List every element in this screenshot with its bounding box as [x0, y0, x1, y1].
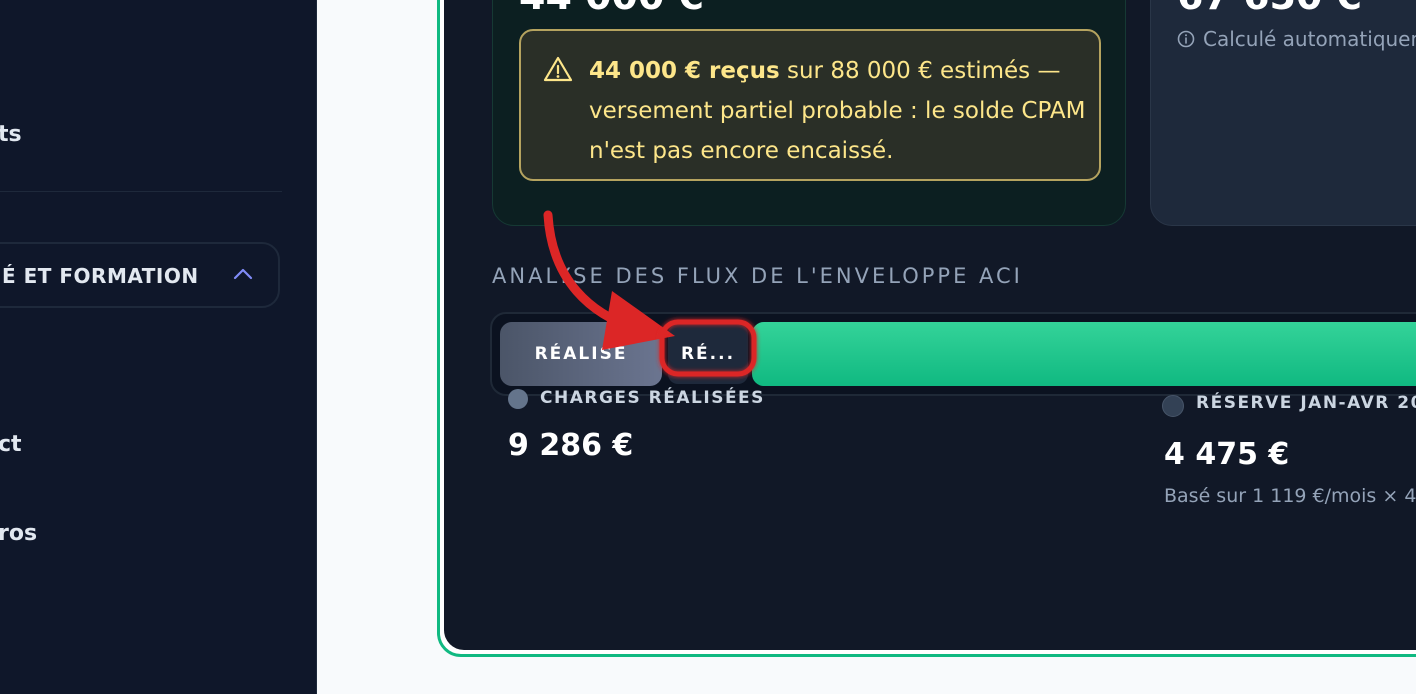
- legend-dot-reserve: [1162, 395, 1184, 417]
- warning-triangle-icon: [543, 56, 573, 82]
- flow-section-title: ANALYSE DES FLUX DE L'ENVELOPPE ACI: [492, 264, 1023, 288]
- warning-text: 44 000 € reçus sur 88 000 € estimés — ve…: [589, 51, 1089, 171]
- sidebar-item-label[interactable]: ts: [0, 122, 22, 147]
- info-circle-icon: [1177, 30, 1195, 48]
- sidebar-section-toggle[interactable]: É ET FORMATION: [0, 242, 280, 308]
- flow-segment-reserve[interactable]: RÉ...: [668, 324, 748, 384]
- warning-strong: 44 000 € reçus: [589, 58, 780, 84]
- partial-payment-warning: 44 000 € reçus sur 88 000 € estimés — ve…: [519, 29, 1101, 181]
- estimate-panel: 67 650 € Calculé automatiquem: [1150, 0, 1416, 226]
- estimate-note: Calculé automatiquem: [1177, 27, 1416, 51]
- sidebar-item-label[interactable]: ct: [0, 432, 22, 457]
- sidebar: ts É ET FORMATION ct ros: [0, 0, 317, 694]
- realised-charges-value: 9 286 €: [508, 428, 634, 463]
- reserve-value: 4 475 €: [1164, 437, 1290, 472]
- estimate-note-text: Calculé automatiquem: [1203, 27, 1416, 51]
- reserve-label: RÉSERVE JAN-AVR 20: [1196, 393, 1416, 413]
- realised-charges-label: CHARGES RÉALISÉES: [540, 388, 765, 408]
- card-body: 44 000 € 44 000 € reçus sur 88 000 € est…: [444, 0, 1416, 650]
- reserve-note: Basé sur 1 119 €/mois × 4m: [1164, 485, 1416, 507]
- flow-segment-remaining[interactable]: [752, 322, 1416, 386]
- sidebar-item-label[interactable]: ros: [0, 521, 37, 546]
- flow-segment-realised[interactable]: RÉALISÉ: [500, 322, 662, 386]
- chevron-up-icon[interactable]: [232, 266, 254, 282]
- received-amount: 44 000 €: [519, 0, 704, 18]
- aci-envelope-card: 44 000 € 44 000 € reçus sur 88 000 € est…: [437, 0, 1416, 657]
- sidebar-section-label: É ET FORMATION: [2, 264, 199, 288]
- flow-bar: RÉALISÉ RÉ...: [490, 312, 1416, 396]
- received-panel: 44 000 € 44 000 € reçus sur 88 000 € est…: [492, 0, 1126, 226]
- legend-dot-realised: [508, 389, 528, 409]
- estimate-amount: 67 650 €: [1177, 0, 1362, 18]
- sidebar-divider: [0, 191, 282, 192]
